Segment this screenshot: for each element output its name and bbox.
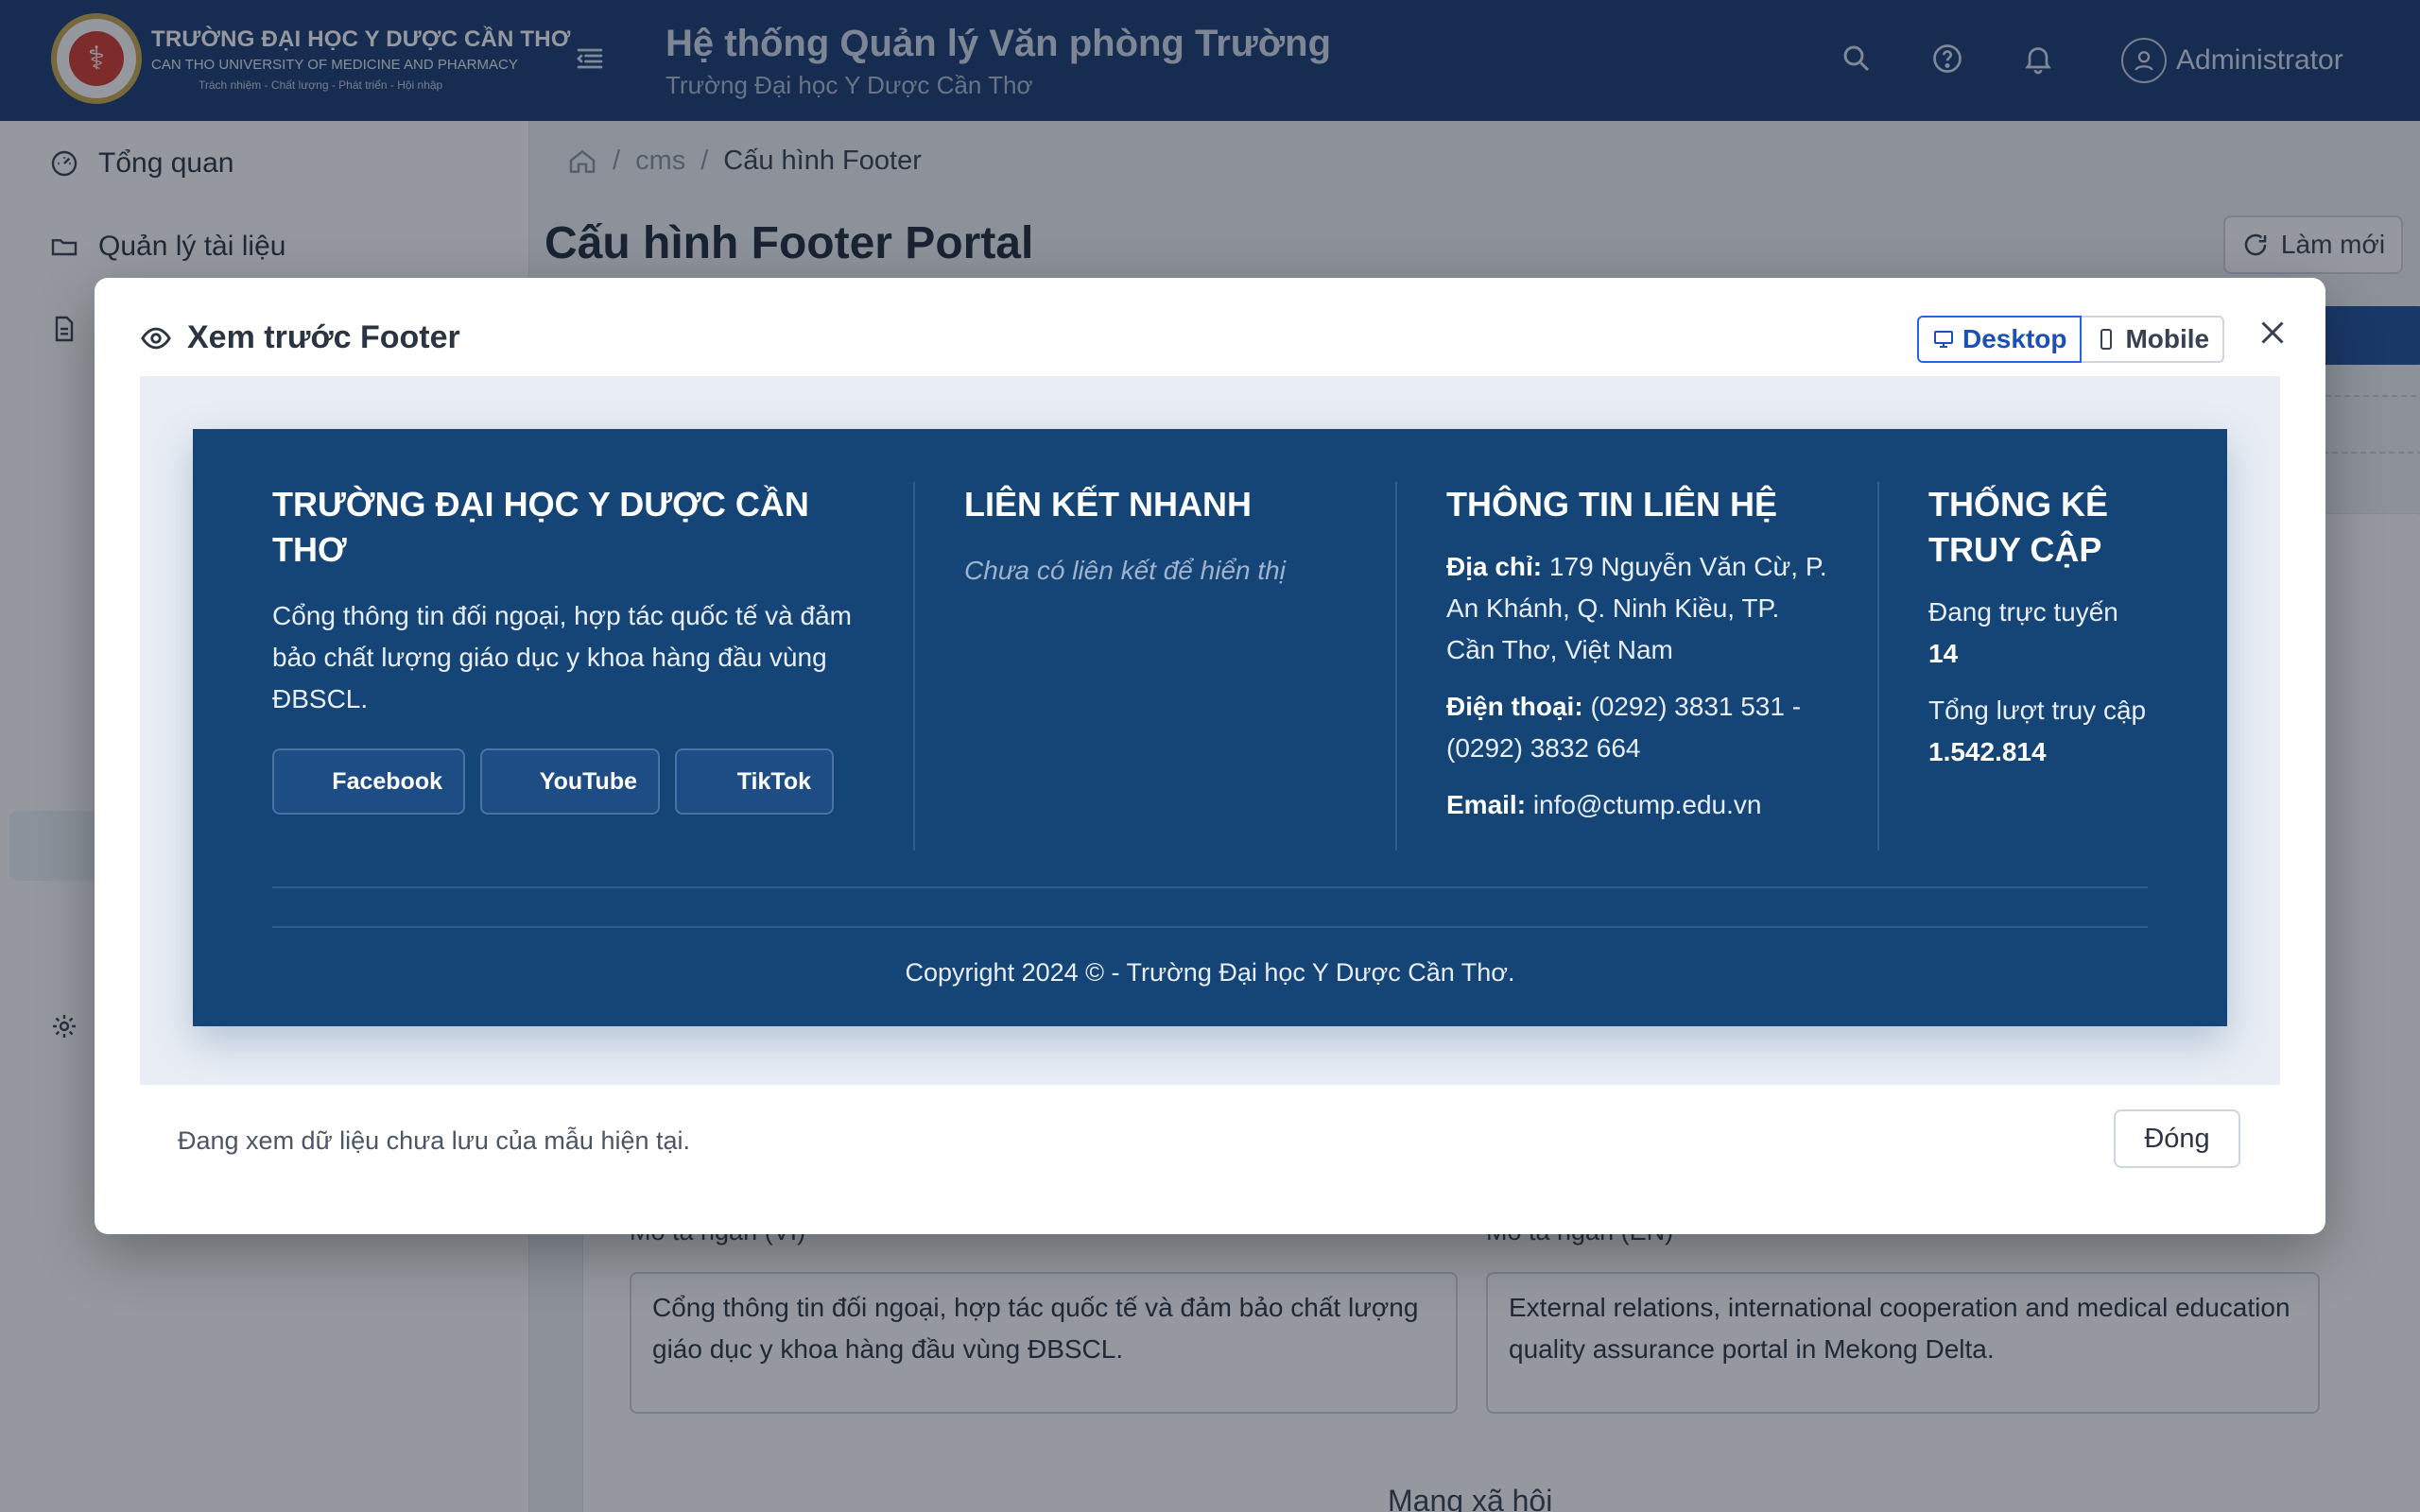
online-value: 14 [1928,639,1959,668]
footer-contact-title: THÔNG TIN LIÊN HỆ [1446,485,1777,524]
tiktok-button[interactable]: TikTok [675,748,834,815]
footer-preview: TRƯỜNG ĐẠI HỌC Y DƯỢC CẦN THƠ Cổng thông… [193,429,2227,1026]
total-value: 1.542.814 [1928,737,2047,766]
footer-stats-column: THỐNG KÊ TRUY CẬP Đang trực tuyến 14 Tổng… [1928,482,2174,773]
mobile-label: Mobile [2125,324,2210,353]
footer-email: Email: info@ctump.edu.vn [1446,784,1834,826]
footer-school-desc: Cổng thông tin đối ngoại, hợp tác quốc t… [272,601,852,713]
footer-about-column: TRƯỜNG ĐẠI HỌC Y DƯỢC CẦN THƠ Cổng thông… [272,482,858,815]
desktop-view-button[interactable]: Desktop [1917,316,2083,363]
column-divider [913,482,915,850]
desktop-icon [1934,331,1953,348]
footer-phone: Điện thoại: (0292) 3831 531 - (0292) 383… [1446,686,1834,769]
view-mode-toggle: Desktop Mobile [1917,316,2225,363]
eye-icon [141,327,171,349]
modal-header: Xem trước Footer [140,319,460,356]
modal-title: Xem trước Footer [187,319,460,355]
total-visits-stat: Tổng lượt truy cập 1.542.814 [1928,690,2174,773]
preview-canvas: TRƯỜNG ĐẠI HỌC Y DƯỢC CẦN THƠ Cổng thông… [140,376,2280,1085]
phone-label: Điện thoại: [1446,692,1583,721]
footer-divider [272,926,2148,928]
footer-links-column: LIÊN KẾT NHANH Chưa có liên kết để hiển … [964,482,1380,592]
column-divider [1395,482,1397,850]
footer-address: Địa chỉ: 179 Nguyễn Văn Cừ, P. An Khánh,… [1446,546,1834,671]
online-label: Đang trực tuyến [1928,597,2118,627]
email-label: Email: [1446,790,1527,819]
footer-contact-column: THÔNG TIN LIÊN HỆ Địa chỉ: 179 Nguyễn Vă… [1446,482,1834,826]
footer-stats-title: THỐNG KÊ TRUY CẬP [1928,485,2109,569]
social-links: Facebook YouTube TikTok [272,748,858,815]
footer-links-title: LIÊN KẾT NHANH [964,485,1252,524]
facebook-button[interactable]: Facebook [272,748,465,815]
modal-note: Đang xem dữ liệu chưa lưu của mẫu hiện t… [178,1126,691,1155]
address-label: Địa chỉ: [1446,552,1543,581]
footer-school-name: TRƯỜNG ĐẠI HỌC Y DƯỢC CẦN THƠ [272,485,809,569]
close-button[interactable]: Đóng [2114,1109,2240,1168]
footer-copyright: Copyright 2024 © - Trường Đại học Y Dược… [905,958,1515,987]
footer-links-empty: Chưa có liên kết để hiển thị [964,556,1286,585]
total-label: Tổng lượt truy cập [1928,696,2147,725]
mobile-view-button[interactable]: Mobile [2082,316,2225,363]
column-divider [1877,482,1879,850]
footer-preview-modal: Xem trước Footer Desktop Mobile TRƯỜNG Đ… [95,278,2325,1234]
desktop-label: Desktop [1962,324,2067,353]
footer-divider [272,886,2148,888]
mobile-icon [2100,329,2113,350]
close-icon[interactable] [2256,316,2290,350]
youtube-button[interactable]: YouTube [480,748,660,815]
email-value: info@ctump.edu.vn [1532,790,1762,819]
online-stat: Đang trực tuyến 14 [1928,592,2174,675]
